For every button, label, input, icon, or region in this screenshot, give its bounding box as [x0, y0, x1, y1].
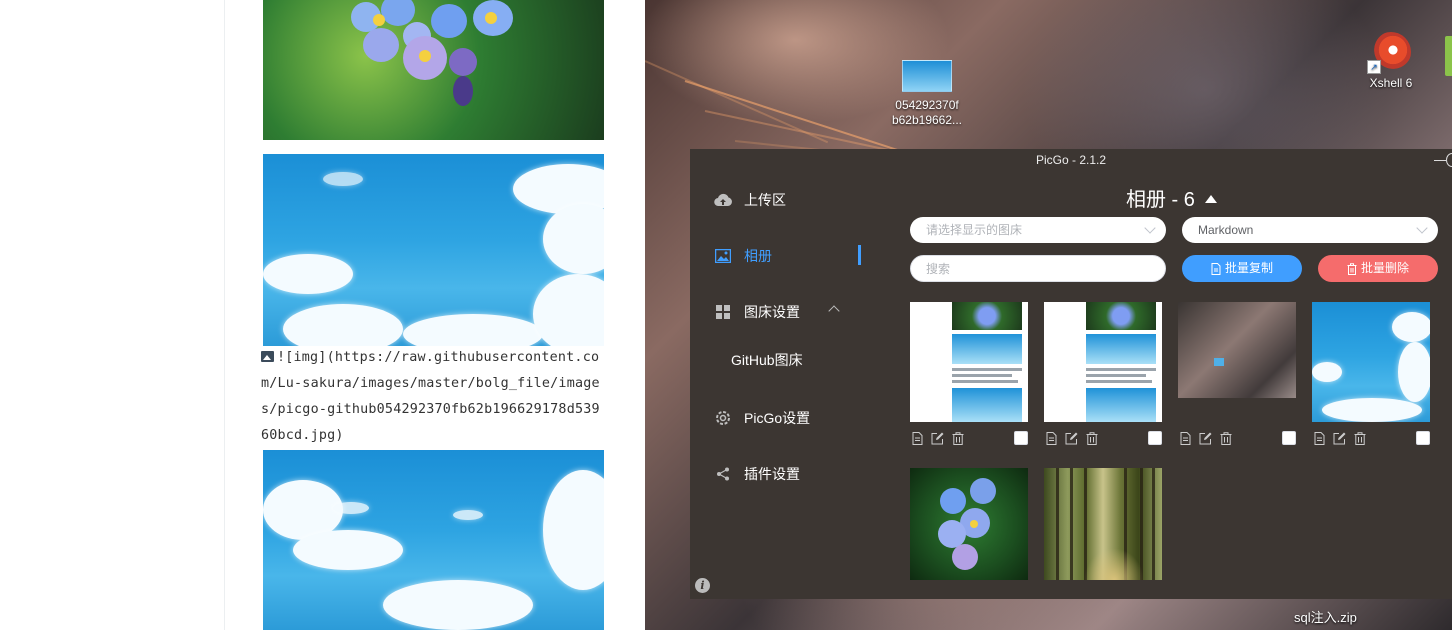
info-icon[interactable]: i [695, 578, 710, 593]
gallery-thumbnail[interactable] [910, 302, 1028, 422]
sky-image [263, 450, 604, 630]
delete-icon[interactable] [1218, 431, 1233, 446]
flower-image [263, 0, 604, 140]
caret-up-icon [1204, 195, 1217, 203]
markdown-line: ![img](https://raw.githubusercontent.co [261, 350, 621, 365]
picgo-window: PicGo - 2.1.2 上传区 相册 图床设置 GitHub图床 PicGo… [690, 149, 1452, 599]
batch-copy-button[interactable]: 批量复制 [1182, 255, 1302, 282]
settings-icon [714, 409, 732, 427]
delete-icon[interactable] [1352, 431, 1367, 446]
editor-pane: ![img](https://raw.githubusercontent.co … [0, 0, 645, 630]
copy-icon[interactable] [1178, 431, 1193, 446]
gallery-thumbnail[interactable] [1178, 302, 1296, 422]
gallery-thumbnail[interactable] [1044, 468, 1162, 580]
image-icon [261, 351, 274, 362]
select-checkbox[interactable] [1148, 431, 1162, 445]
active-indicator [858, 245, 861, 265]
sidebar-item-plugins[interactable]: 插件设置 [690, 459, 862, 489]
share-icon [714, 465, 732, 483]
desktop-sql-zip-label[interactable]: sql注入.zip [1294, 607, 1357, 626]
document-icon [1211, 262, 1221, 275]
file-thumbnail [902, 60, 952, 92]
gallery-title[interactable]: 相册 - 6 [1126, 183, 1217, 212]
minimize-icon[interactable] [1434, 149, 1446, 171]
grid-icon [714, 303, 732, 321]
close-icon[interactable] [1446, 153, 1452, 167]
edit-icon[interactable] [1198, 431, 1213, 446]
item-tools [1178, 430, 1233, 446]
markdown-line: m/Lu-sakura/images/master/bolg_file/imag… [261, 376, 600, 391]
desktop-icon-partial[interactable] [1445, 36, 1452, 76]
chevron-down-icon [1416, 222, 1428, 234]
chevron-down-icon [1144, 222, 1156, 234]
xshell-icon: ↗ [1367, 32, 1411, 74]
format-select[interactable]: Markdown [1182, 217, 1438, 243]
item-tools [1312, 430, 1367, 446]
item-tools [910, 430, 965, 446]
copy-icon[interactable] [1044, 431, 1059, 446]
bed-select[interactable]: 请选择显示的图床 [910, 217, 1166, 243]
markdown-line: 60bcd.jpg) [261, 428, 344, 443]
cloud-upload-icon [714, 191, 732, 209]
sidebar-item-gallery[interactable]: 相册 [690, 241, 862, 271]
editor-divider [224, 0, 225, 630]
desktop-file-icon[interactable]: 054292370f b62b19662... [881, 60, 973, 128]
item-tools [1044, 430, 1099, 446]
window-title: PicGo - 2.1.2 [1035, 153, 1107, 167]
delete-icon[interactable] [950, 431, 965, 446]
batch-delete-button[interactable]: 批量删除 [1318, 255, 1438, 282]
gallery-thumbnail[interactable] [1312, 302, 1430, 422]
markdown-line: s/picgo-github054292370fb62b196629178d53… [261, 402, 600, 417]
select-checkbox[interactable] [1416, 431, 1430, 445]
sidebar-item-upload[interactable]: 上传区 [690, 185, 862, 215]
edit-icon[interactable] [930, 431, 945, 446]
shortcut-arrow-icon: ↗ [1367, 60, 1381, 74]
gallery-thumbnail[interactable] [1044, 302, 1162, 422]
trash-icon [1347, 262, 1357, 275]
edit-icon[interactable] [1064, 431, 1079, 446]
xshell-shortcut[interactable]: ↗ Xshell 6 [1361, 32, 1421, 91]
delete-icon[interactable] [1084, 431, 1099, 446]
window-titlebar[interactable]: PicGo - 2.1.2 [690, 149, 1452, 171]
gallery-thumbnail[interactable] [910, 468, 1028, 580]
select-checkbox[interactable] [1282, 431, 1296, 445]
edit-icon[interactable] [1332, 431, 1347, 446]
search-input[interactable] [910, 255, 1166, 282]
sidebar-item-picgo-settings[interactable]: PicGo设置 [690, 403, 862, 433]
copy-icon[interactable] [910, 431, 925, 446]
submenu-item-github[interactable]: GitHub图床 [731, 350, 803, 370]
select-checkbox[interactable] [1014, 431, 1028, 445]
picture-icon [714, 247, 732, 265]
sky-image [263, 154, 604, 346]
copy-icon[interactable] [1312, 431, 1327, 446]
